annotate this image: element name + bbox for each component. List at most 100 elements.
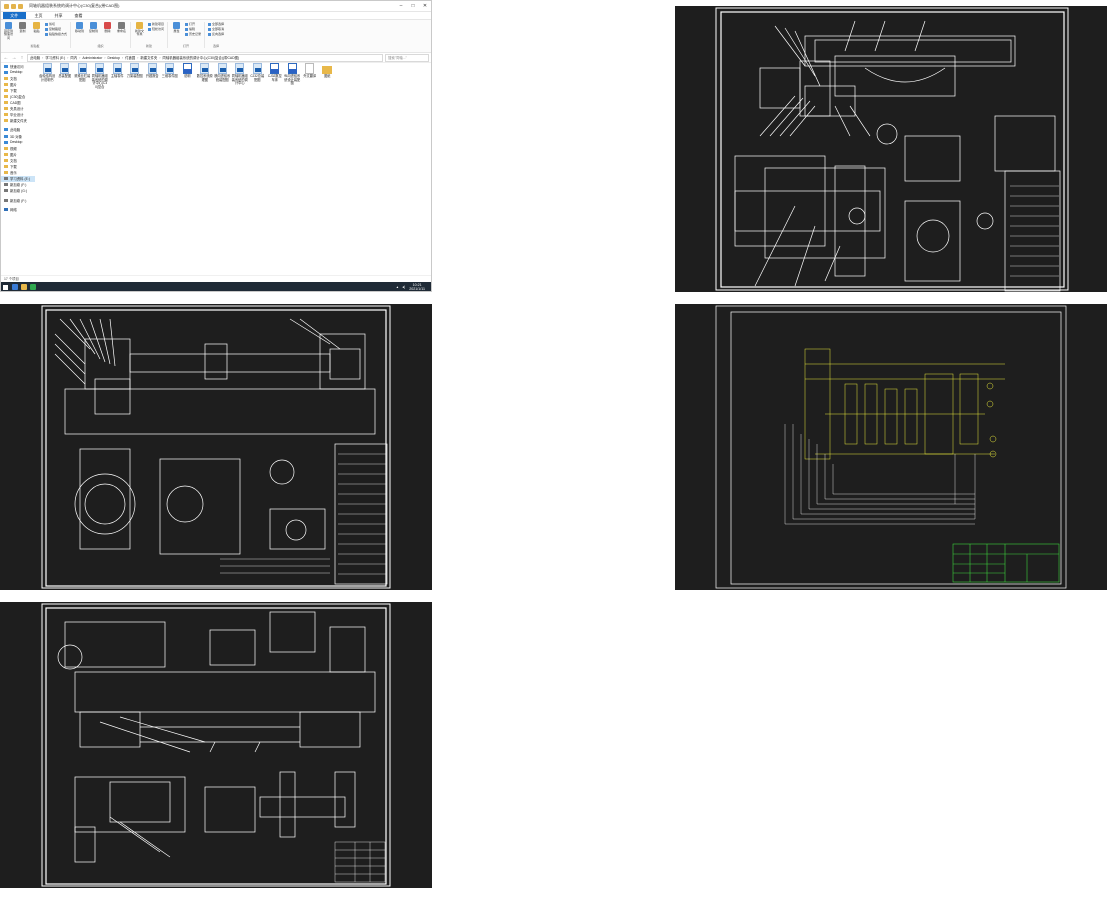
pin-button[interactable]: 固定到快速访问	[3, 22, 14, 44]
new-folder-button[interactable]: 新建文件夹	[134, 22, 145, 44]
file-item[interactable]: 齿轮结构设计说明书	[39, 63, 56, 89]
dwg-file-icon	[130, 63, 140, 74]
tab-home[interactable]: 主页	[32, 13, 46, 19]
open-icon	[185, 22, 189, 26]
nav-item-label: Desktop	[10, 70, 23, 75]
volume-icon[interactable]: ◂)	[402, 285, 405, 289]
file-name: 同轴机器组装系统的调计中心	[231, 74, 248, 86]
close-icon[interactable]: ✕	[419, 1, 431, 11]
file-item[interactable]: 同轴机器组装系统的调计中心(C30)复合	[92, 63, 109, 89]
maximize-icon[interactable]: □	[407, 1, 419, 11]
edit-button[interactable]: 编辑	[185, 27, 201, 31]
delete-icon	[104, 22, 112, 29]
nav-item-label: 网络	[10, 207, 17, 212]
title-bar: 同轴机器组装系统的调计中心(C30)复合)(带CAD图) – □ ✕	[1, 1, 431, 12]
file-name: 主轴零件	[110, 74, 124, 78]
file-item[interactable]: 刀架装配图	[127, 63, 144, 89]
easy-access-icon	[148, 27, 152, 31]
minimize-icon[interactable]: –	[395, 1, 407, 11]
file-item[interactable]: 外文翻译	[302, 63, 319, 89]
dwg-file-icon	[77, 63, 87, 74]
file-name: 总装配图	[58, 74, 72, 78]
rename-button[interactable]: 重命名	[116, 22, 127, 44]
nav-item-label: 图片	[10, 82, 17, 87]
nav-item-label: 下载	[10, 88, 17, 93]
network-icon[interactable]: ▴	[396, 285, 398, 289]
status-bar: 17 个项目	[1, 275, 431, 281]
nav-item-label: (C30)复合	[10, 95, 26, 100]
copy-path-button[interactable]: 复制路径	[45, 27, 67, 31]
file-name: 外文翻译	[303, 74, 317, 78]
folder-icon	[4, 88, 8, 92]
nav-item-label: 毕业设计	[10, 113, 24, 118]
dwg-file-icon	[217, 63, 227, 74]
invert-selection-button[interactable]: 反向选择	[208, 32, 224, 36]
invert-icon	[208, 32, 212, 36]
system-tray: ▴ ◂) 10:21 2021/1/11	[396, 283, 431, 291]
quick-access-toolbar[interactable]	[1, 3, 23, 9]
file-name: CJ32总装配图	[250, 74, 265, 82]
ribbon-group-new: 新建文件夹 新建项目 轻松访问 新建	[134, 22, 169, 48]
start-button[interactable]	[1, 283, 9, 291]
tab-view[interactable]: 查看	[72, 13, 86, 19]
task-view-icon[interactable]	[12, 284, 18, 290]
tab-file[interactable]: 文件	[3, 12, 26, 19]
easy-access-button[interactable]: 轻松访问	[148, 27, 164, 31]
file-item[interactable]: 横向进给系统装配图	[214, 63, 231, 89]
drive-icon	[4, 177, 8, 181]
select-all-button[interactable]: 全部选择	[208, 22, 224, 26]
dwg-file-icon	[112, 63, 122, 74]
open-button[interactable]: 打开	[185, 22, 201, 26]
folder-icon	[4, 76, 8, 80]
dwg-file-icon	[252, 63, 262, 74]
dwg-file-icon	[235, 63, 245, 74]
cad-drawing-canvas	[41, 603, 391, 887]
file-item[interactable]: 三维零件图	[162, 63, 179, 89]
file-item[interactable]: 同轴机器组装系统的调计中心	[232, 63, 249, 89]
file-explorer-icon[interactable]	[21, 284, 27, 290]
file-item[interactable]: 滚珠丝杠装配图	[74, 63, 91, 89]
select-none-button[interactable]: 全部取消	[208, 27, 224, 31]
computer-icon	[4, 128, 8, 132]
new-item-button[interactable]: 新建项目	[148, 22, 164, 26]
folder-icon	[4, 152, 8, 156]
file-item[interactable]: 图纸	[319, 63, 336, 89]
file-item[interactable]: 数控系统原理图	[197, 63, 214, 89]
word-document-icon	[182, 63, 192, 74]
clock[interactable]: 10:21 2021/1/11	[409, 283, 425, 291]
file-item[interactable]: 主轴零件	[109, 63, 126, 89]
cad-drawing-canvas	[41, 305, 391, 589]
tab-share[interactable]: 共享	[52, 13, 66, 19]
paste-button[interactable]: 粘贴	[31, 22, 42, 44]
properties-icon	[173, 22, 181, 29]
group-label: 新建	[146, 44, 153, 48]
move-to-button[interactable]: 移动到	[74, 22, 85, 44]
copy-button[interactable]: 复制	[17, 22, 28, 44]
file-item[interactable]: 说明	[179, 63, 196, 89]
folder-icon	[4, 113, 8, 117]
properties-button[interactable]: 属性	[171, 22, 182, 44]
nav-item-label: 音乐	[10, 171, 17, 176]
file-item[interactable]: 纵向进给系统设计装配图	[284, 63, 301, 89]
paste-shortcut-button[interactable]: 粘贴快捷方式	[45, 32, 67, 36]
file-item[interactable]: 开题报告	[144, 63, 161, 89]
browser-icon[interactable]	[30, 284, 36, 290]
drive-icon	[4, 189, 8, 193]
file-item[interactable]: 总装配图	[57, 63, 74, 89]
pin-icon	[5, 22, 12, 29]
history-button[interactable]: 历史记录	[185, 32, 201, 36]
file-name: 纵向进给系统设计装配图	[284, 74, 301, 86]
scissors-icon	[45, 22, 48, 26]
copy-icon	[19, 22, 26, 29]
cut-button[interactable]: 剪切	[45, 22, 67, 26]
delete-button[interactable]: 删除	[102, 22, 113, 44]
nav-item[interactable]: 网络	[1, 206, 35, 212]
nav-item-label: 视频	[10, 146, 17, 151]
copy-to-button[interactable]: 复制到	[88, 22, 99, 44]
file-item[interactable]: CJ32总装配图	[249, 63, 266, 89]
folder-icon	[4, 101, 8, 105]
file-item[interactable]: CJ32数控车床	[267, 63, 284, 89]
content-area: 快速访问 Desktop 文档 图片 下载 (C30)复合 CAD图 夹具设计 毕业设计 新建文件…	[1, 59, 431, 275]
copy-to-icon	[90, 22, 98, 29]
taskbar: ▴ ◂) 10:21 2021/1/11	[1, 282, 431, 291]
